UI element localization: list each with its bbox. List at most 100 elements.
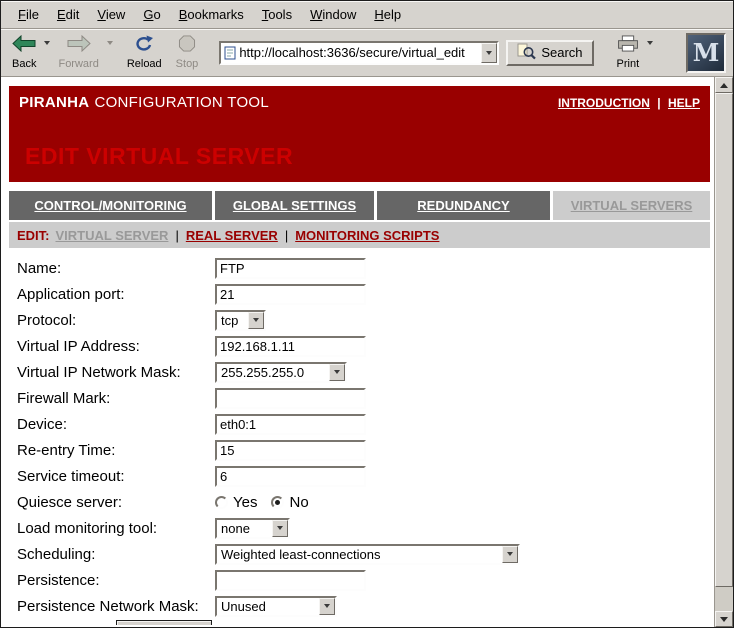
back-icon: [12, 35, 36, 57]
tab-redundancy[interactable]: REDUNDANCY: [377, 191, 550, 220]
select-arrow-icon: [502, 546, 518, 563]
chevron-down-icon: [486, 51, 492, 55]
form-row: Virtual IP Network Mask: 255.255.255.0: [9, 359, 710, 385]
print-icon: [617, 35, 639, 57]
tab-label: GLOBAL SETTINGS: [233, 198, 356, 213]
persistence-mask-value: Unused: [217, 598, 319, 615]
form-row: Virtual IP Address:: [9, 333, 710, 359]
protocol-label: Protocol:: [17, 312, 215, 329]
search-button[interactable]: Search: [506, 40, 593, 66]
tab-label: REDUNDANCY: [417, 198, 509, 213]
back-button[interactable]: Back: [7, 33, 41, 72]
browser-window: File Edit View Go Bookmarks Tools Window…: [0, 0, 734, 628]
form-row: Quiesce server: Yes No: [9, 489, 710, 515]
search-label: Search: [541, 45, 582, 60]
tab-control-monitoring[interactable]: CONTROL/MONITORING: [9, 191, 212, 220]
introduction-link[interactable]: INTRODUCTION: [558, 96, 650, 110]
form-row: Application port:: [9, 281, 710, 307]
service-timeout-input[interactable]: [215, 466, 366, 487]
protocol-value: tcp: [217, 312, 248, 329]
load-monitoring-value: none: [217, 520, 272, 537]
url-dropdown-button[interactable]: [481, 43, 497, 63]
print-dropdown-button[interactable]: [644, 33, 656, 45]
reload-icon: [134, 35, 154, 57]
scroll-up-button[interactable]: [715, 77, 733, 93]
virtual-ip-mask-value: 255.255.255.0: [217, 364, 329, 381]
quiesce-yes-radio[interactable]: [215, 496, 228, 509]
menu-tools[interactable]: Tools: [253, 4, 301, 25]
forward-button[interactable]: Forward: [53, 33, 103, 72]
name-label: Name:: [17, 260, 215, 277]
stop-button[interactable]: Stop: [171, 33, 204, 72]
menu-help[interactable]: Help: [365, 4, 410, 25]
subnav-separator: |: [175, 228, 178, 243]
tab-label: VIRTUAL SERVERS: [571, 198, 693, 213]
piranha-banner: PIRANHACONFIGURATION TOOL INTRODUCTION |…: [9, 86, 710, 182]
brand-subtitle: CONFIGURATION TOOL: [94, 94, 269, 111]
application-port-input[interactable]: [215, 284, 366, 305]
reload-label: Reload: [127, 58, 162, 70]
form-row: Persistence:: [9, 567, 710, 593]
menu-bookmarks[interactable]: Bookmarks: [170, 4, 253, 25]
quiesce-no-radio[interactable]: [271, 496, 284, 509]
subnav-separator: |: [285, 228, 288, 243]
subnav-real-server-link[interactable]: REAL SERVER: [186, 228, 278, 243]
form-row: Re-entry Time:: [9, 437, 710, 463]
page-content: PIRANHA CONFIGURATION TOOL INTRODUCTION |…: [1, 77, 714, 627]
virtual-ip-mask-label: Virtual IP Network Mask:: [17, 364, 215, 381]
subnav-prefix: EDIT:: [17, 228, 50, 243]
protocol-select[interactable]: tcp: [215, 310, 266, 331]
main-tabs: CONTROL/MONITORING GLOBAL SETTINGS REDUN…: [9, 191, 710, 220]
menu-edit[interactable]: Edit: [48, 4, 88, 25]
brand-name: PIRANHA: [19, 94, 89, 111]
forward-icon: [67, 35, 91, 57]
forward-dropdown-button[interactable]: [104, 33, 116, 45]
print-label: Print: [617, 58, 640, 70]
forward-label: Forward: [58, 58, 98, 70]
down-arrow-icon: [720, 617, 728, 622]
scroll-down-button[interactable]: [715, 611, 733, 627]
page-title: EDIT VIRTUAL SERVER: [19, 143, 700, 170]
help-link[interactable]: HELP: [668, 96, 700, 110]
url-input[interactable]: [239, 44, 481, 62]
device-input[interactable]: [215, 414, 366, 435]
reentry-time-input[interactable]: [215, 440, 366, 461]
firewall-mark-input[interactable]: [215, 388, 366, 409]
virtual-ip-mask-select[interactable]: 255.255.255.0: [215, 362, 347, 383]
menu-view[interactable]: View: [88, 4, 134, 25]
tab-label: CONTROL/MONITORING: [34, 198, 186, 213]
app-brand: PIRANHA CONFIGURATION TOOL: [19, 94, 269, 111]
scrollbar-trough[interactable]: [715, 587, 733, 611]
scheduling-label: Scheduling:: [17, 546, 215, 563]
subnav-virtual-server-link[interactable]: VIRTUAL SERVER: [56, 228, 169, 243]
persistence-mask-select[interactable]: Unused: [215, 596, 337, 617]
load-monitoring-label: Load monitoring tool:: [17, 520, 215, 537]
accept-button-partial[interactable]: [116, 620, 212, 625]
virtual-server-form: Name: Application port: Protocol: tcp Vi…: [9, 248, 710, 625]
name-input[interactable]: [215, 258, 366, 279]
scheduling-select[interactable]: Weighted least-connections: [215, 544, 520, 565]
stop-icon: [178, 35, 196, 57]
browser-viewport: PIRANHA CONFIGURATION TOOL INTRODUCTION |…: [1, 77, 733, 627]
menu-file[interactable]: File: [9, 4, 48, 25]
subnav-monitoring-scripts-link[interactable]: MONITORING SCRIPTS: [295, 228, 439, 243]
menu-window[interactable]: Window: [301, 4, 365, 25]
form-row: Scheduling: Weighted least-connections: [9, 541, 710, 567]
tab-global-settings[interactable]: GLOBAL SETTINGS: [215, 191, 374, 220]
quiesce-yes-label: Yes: [233, 494, 257, 511]
back-dropdown-button[interactable]: [41, 33, 53, 45]
scrollbar-thumb[interactable]: [715, 93, 733, 587]
mozilla-logo[interactable]: M: [686, 33, 726, 73]
form-row: Firewall Mark:: [9, 385, 710, 411]
select-arrow-icon: [329, 364, 345, 381]
virtual-ip-label: Virtual IP Address:: [17, 338, 215, 355]
load-monitoring-select[interactable]: none: [215, 518, 290, 539]
persistence-input[interactable]: [215, 570, 366, 591]
virtual-ip-input[interactable]: [215, 336, 366, 357]
reload-button[interactable]: Reload: [122, 33, 167, 72]
tab-virtual-servers[interactable]: VIRTUAL SERVERS: [553, 191, 710, 220]
vertical-scrollbar: [714, 77, 733, 627]
chevron-down-icon: [107, 41, 113, 45]
print-button[interactable]: Print: [612, 33, 645, 72]
menu-go[interactable]: Go: [134, 4, 169, 25]
